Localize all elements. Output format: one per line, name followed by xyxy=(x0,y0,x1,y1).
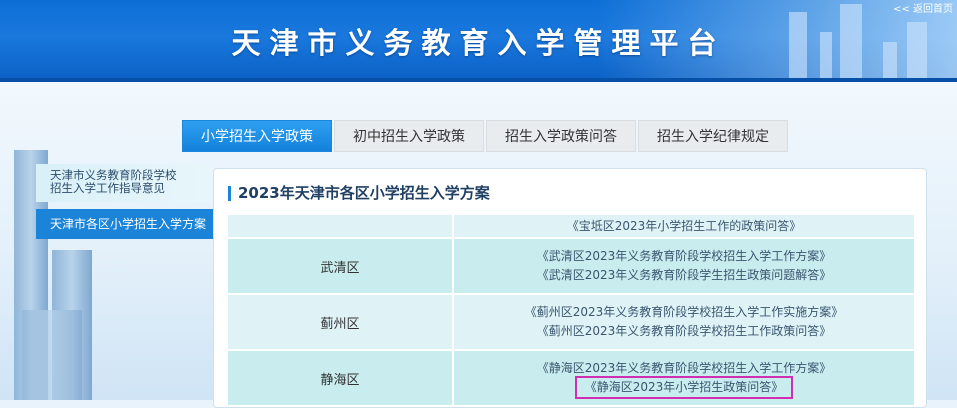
document-link[interactable]: 《武清区2023年义务教育阶段学校招生入学工作方案》 xyxy=(537,247,832,266)
document-link[interactable]: 《静海区2023年义务教育阶段学校招生入学工作方案》 xyxy=(537,359,832,378)
table-row: 《宝坻区2023年小学招生工作的政策问答》 xyxy=(228,215,914,239)
district-plan-table: 《宝坻区2023年小学招生工作的政策问答》 武清区 《武清区2023年义务教育阶… xyxy=(228,215,914,407)
tab-middle-policy[interactable]: 初中招生入学政策 xyxy=(334,120,484,152)
tab-policy-qa[interactable]: 招生入学政策问答 xyxy=(486,120,636,152)
document-link[interactable]: 《蓟州区2023年义务教育阶段学校招生入学工作实施方案》 xyxy=(525,303,844,322)
policy-tabs: 小学招生入学政策 初中招生入学政策 招生入学政策问答 招生入学纪律规定 xyxy=(182,120,790,152)
sidebar-item-district-plans[interactable]: 天津市各区小学招生入学方案 xyxy=(36,209,213,239)
sidebar-item-guidance[interactable]: 天津市义务教育阶段学校 招生入学工作指导意见 xyxy=(36,164,213,202)
district-cell: 静海区 xyxy=(228,351,454,405)
tab-discipline-rules[interactable]: 招生入学纪律规定 xyxy=(638,120,788,152)
district-cell: 武清区 xyxy=(228,239,454,293)
links-cell: 《静海区2023年义务教育阶段学校招生入学工作方案》 《静海区2023年小学招生… xyxy=(454,351,914,405)
section-title: 2023年天津市各区小学招生入学方案 xyxy=(228,186,490,201)
document-link[interactable]: 《宝坻区2023年小学招生工作的政策问答》 xyxy=(567,217,802,236)
table-row: 武清区 《武清区2023年义务教育阶段学校招生入学工作方案》 《武清区2023年… xyxy=(228,239,914,295)
links-cell: 《宝坻区2023年小学招生工作的政策问答》 xyxy=(454,215,914,237)
tab-primary-policy[interactable]: 小学招生入学政策 xyxy=(182,120,332,152)
links-cell: 《武清区2023年义务教育阶段学校招生入学工作方案》 《武清区2023年义务教育… xyxy=(454,239,914,293)
document-link[interactable]: 《蓟州区2023年义务教育阶段学校招生工作政策问答》 xyxy=(537,322,832,341)
page-title: 天津市义务教育入学管理平台 xyxy=(231,26,726,60)
highlighted-document-link[interactable]: 《静海区2023年小学招生政策问答》 xyxy=(574,376,794,399)
back-home-link[interactable]: << 返回首页 xyxy=(893,0,953,15)
content-panel: 2023年天津市各区小学招生入学方案 《宝坻区2023年小学招生工作的政策问答》… xyxy=(213,168,927,408)
table-row: 静海区 《静海区2023年义务教育阶段学校招生入学工作方案》 《静海区2023年… xyxy=(228,351,914,407)
district-cell: 蓟州区 xyxy=(228,295,454,349)
district-cell xyxy=(228,215,454,237)
table-row: 蓟州区 《蓟州区2023年义务教育阶段学校招生入学工作实施方案》 《蓟州区202… xyxy=(228,295,914,351)
document-link[interactable]: 《武清区2023年义务教育阶段学生招生政策问题解答》 xyxy=(537,266,832,285)
header-banner: 天津市义务教育入学管理平台 << 返回首页 xyxy=(0,0,957,82)
sidebar-item-label: 招生入学工作指导意见 xyxy=(50,181,165,195)
links-cell: 《蓟州区2023年义务教育阶段学校招生入学工作实施方案》 《蓟州区2023年义务… xyxy=(454,295,914,349)
